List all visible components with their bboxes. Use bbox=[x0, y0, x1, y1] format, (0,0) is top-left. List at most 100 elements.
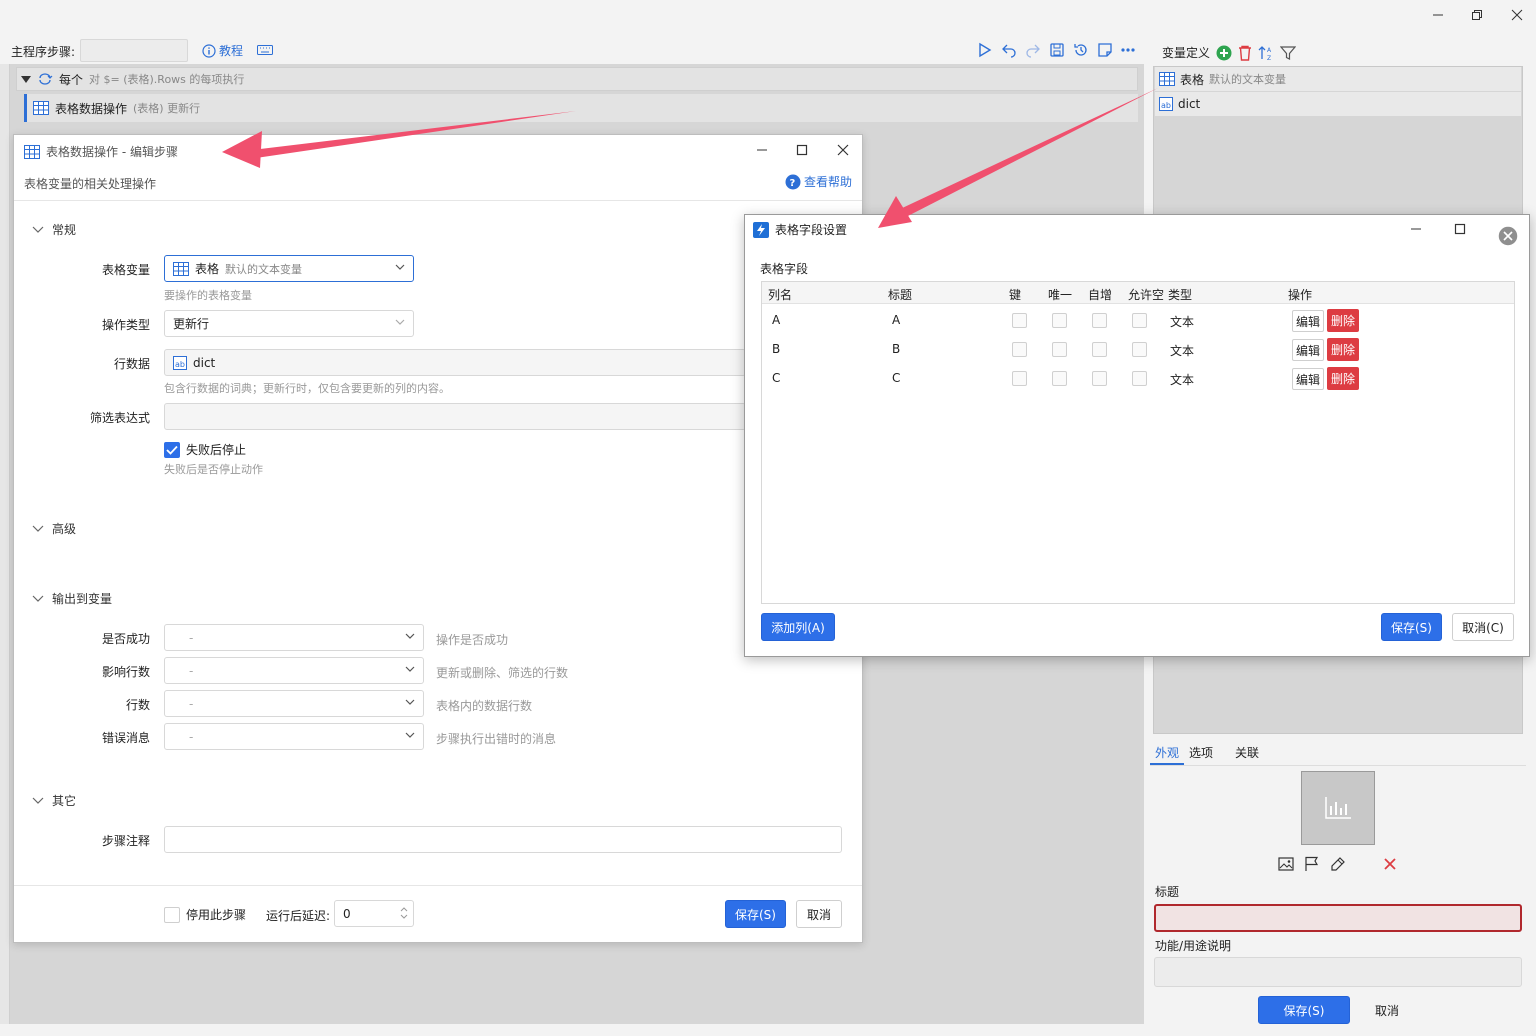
panel-save-button[interactable]: 保存(S) bbox=[1258, 996, 1350, 1024]
dialog-cancel-button[interactable]: 取消 bbox=[796, 900, 842, 928]
op-type-label: 操作类型 bbox=[101, 318, 150, 332]
dialog-save-button[interactable]: 保存(S) bbox=[725, 900, 786, 928]
unique-checkbox[interactable] bbox=[1052, 313, 1067, 328]
table-var-select[interactable]: 表格 默认的文本变量 bbox=[164, 255, 414, 282]
row-type: 文本 bbox=[1170, 344, 1195, 358]
section-output-label: 输出到变量 bbox=[52, 592, 113, 606]
row-data-field[interactable]: ab dict bbox=[164, 349, 746, 376]
image-icon[interactable] bbox=[1278, 856, 1294, 872]
stepper-arrows-icon[interactable] bbox=[400, 906, 408, 920]
restore-window-button[interactable] bbox=[1462, 4, 1492, 26]
section-output[interactable]: 输出到变量 bbox=[32, 590, 112, 607]
op-type-select[interactable]: 更新行 bbox=[164, 310, 414, 337]
col-header-nullable: 允许空 bbox=[1128, 288, 1164, 302]
autoinc-checkbox[interactable] bbox=[1092, 371, 1107, 386]
delete-row-button[interactable]: 删除 bbox=[1327, 309, 1359, 332]
table-op-step-row[interactable]: 表格数据操作 (表格) 更新行 bbox=[24, 94, 1138, 122]
field-cancel-button[interactable]: 取消(C) bbox=[1452, 613, 1514, 641]
tab-appearance[interactable]: 外观 bbox=[1150, 740, 1185, 765]
tutorial-link[interactable]: 教程 bbox=[202, 42, 243, 59]
variable-definition-label: 变量定义 bbox=[1162, 46, 1211, 60]
main-step-label: 主程序步骤: bbox=[11, 45, 76, 59]
maximize-icon[interactable] bbox=[795, 143, 809, 157]
title-input[interactable] bbox=[1154, 904, 1522, 932]
add-variable-icon[interactable] bbox=[1216, 45, 1232, 61]
key-checkbox[interactable] bbox=[1012, 371, 1027, 386]
minimize-icon[interactable] bbox=[1409, 222, 1423, 236]
autoinc-checkbox[interactable] bbox=[1092, 313, 1107, 328]
step-note-input[interactable] bbox=[164, 826, 842, 853]
table-op-step-desc: (表格) 更新行 bbox=[133, 102, 201, 115]
loop-step-desc: 对 $= (表格).Rows 的每项执行 bbox=[89, 73, 245, 86]
clear-icon[interactable] bbox=[1383, 857, 1397, 871]
delay-label: 运行后延迟: bbox=[266, 909, 331, 923]
description-input[interactable] bbox=[1154, 957, 1522, 987]
output-rows-hint: 表格内的数据行数 bbox=[436, 699, 533, 713]
edit-row-button[interactable]: 编辑 bbox=[1292, 310, 1324, 332]
output-error-select[interactable]: - bbox=[164, 723, 424, 750]
nullable-checkbox[interactable] bbox=[1132, 371, 1147, 386]
maximize-icon[interactable] bbox=[1453, 222, 1467, 236]
save-icon[interactable] bbox=[1048, 41, 1066, 59]
nullable-checkbox[interactable] bbox=[1132, 342, 1147, 357]
tab-options[interactable]: 选项 bbox=[1184, 740, 1218, 765]
nullable-checkbox[interactable] bbox=[1132, 313, 1147, 328]
edit-row-button[interactable]: 编辑 bbox=[1292, 339, 1324, 361]
autoinc-checkbox[interactable] bbox=[1092, 342, 1107, 357]
output-affected-select[interactable]: - bbox=[164, 657, 424, 684]
minimize-window-button[interactable] bbox=[1423, 4, 1453, 26]
key-checkbox[interactable] bbox=[1012, 342, 1027, 357]
note-icon[interactable] bbox=[1096, 41, 1114, 59]
grid-header: 列名 标题 键 唯一 自增 允许空 类型 操作 bbox=[762, 282, 1514, 304]
filter-icon[interactable] bbox=[1280, 45, 1297, 61]
close-circle-icon[interactable] bbox=[1497, 225, 1519, 247]
variable-item-table[interactable]: 表格 默认的文本变量 bbox=[1155, 67, 1521, 91]
main-step-input[interactable] bbox=[80, 39, 188, 62]
disable-step-checkbox[interactable]: 停用此步骤 bbox=[164, 906, 246, 923]
appearance-preview[interactable] bbox=[1301, 771, 1375, 845]
delay-stepper[interactable]: 0 bbox=[334, 900, 414, 927]
collapse-triangle-icon[interactable] bbox=[21, 74, 31, 84]
add-column-button[interactable]: 添加列(A) bbox=[761, 613, 835, 641]
history-icon[interactable] bbox=[1072, 41, 1090, 59]
info-icon bbox=[202, 43, 216, 58]
delete-row-button[interactable]: 删除 bbox=[1327, 338, 1359, 361]
variable-item-dict[interactable]: ab dict bbox=[1155, 92, 1521, 116]
key-checkbox[interactable] bbox=[1012, 313, 1027, 328]
disable-step-label: 停用此步骤 bbox=[186, 908, 247, 922]
tab-relations[interactable]: 关联 bbox=[1230, 740, 1264, 765]
output-rows-select[interactable]: - bbox=[164, 690, 424, 717]
unique-checkbox[interactable] bbox=[1052, 342, 1067, 357]
divider bbox=[14, 885, 862, 886]
sort-variables-icon[interactable]: AZ bbox=[1258, 45, 1274, 61]
unique-checkbox[interactable] bbox=[1052, 371, 1067, 386]
section-other[interactable]: 其它 bbox=[32, 792, 76, 809]
col-header-name: 列名 bbox=[768, 288, 793, 302]
section-advanced[interactable]: 高级 bbox=[32, 520, 76, 537]
close-window-button[interactable] bbox=[1502, 4, 1532, 26]
undo-icon[interactable] bbox=[1000, 41, 1018, 59]
section-general[interactable]: 常规 bbox=[32, 221, 76, 238]
more-icon[interactable] bbox=[1119, 41, 1137, 59]
output-rows-label: 行数 bbox=[125, 698, 150, 712]
output-success-select[interactable]: - bbox=[164, 624, 424, 651]
filter-expression-input[interactable] bbox=[164, 403, 746, 430]
close-icon[interactable] bbox=[836, 143, 850, 157]
flag-icon[interactable] bbox=[1304, 856, 1320, 872]
panel-cancel-button[interactable]: 取消 bbox=[1356, 996, 1418, 1024]
loop-step-row[interactable]: 每个 对 $= (表格).Rows 的每项执行 bbox=[16, 67, 1138, 91]
delete-row-button[interactable]: 删除 bbox=[1327, 367, 1359, 390]
edit-row-button[interactable]: 编辑 bbox=[1292, 368, 1324, 390]
stop-on-fail-checkbox[interactable]: 失败后停止 bbox=[164, 441, 246, 458]
loop-step-label: 每个 bbox=[59, 72, 84, 87]
field-save-button[interactable]: 保存(S) bbox=[1381, 613, 1442, 641]
redo-icon[interactable] bbox=[1024, 41, 1042, 59]
chevron-down-icon bbox=[405, 699, 415, 706]
delete-variable-icon[interactable] bbox=[1238, 45, 1252, 61]
minimize-icon[interactable] bbox=[755, 143, 769, 157]
run-icon[interactable] bbox=[975, 41, 993, 59]
color-picker-icon[interactable] bbox=[1330, 856, 1346, 872]
help-link[interactable]: ? 查看帮助 bbox=[785, 173, 852, 190]
text-variable-icon: ab bbox=[1159, 97, 1173, 111]
keyboard-icon[interactable] bbox=[256, 41, 274, 59]
